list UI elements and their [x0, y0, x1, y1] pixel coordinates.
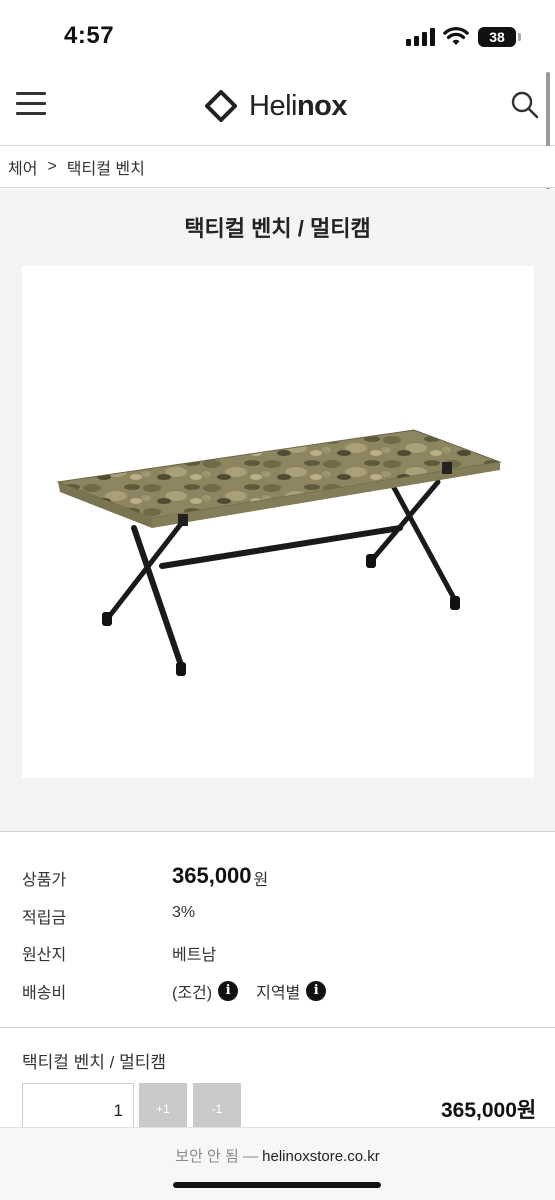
breadcrumb-item-tactical-bench[interactable]: 택티컬 벤치 — [67, 155, 145, 179]
bench-illustration — [56, 429, 502, 676]
info-label-shipping: 배송비 — [22, 985, 67, 1002]
info-row-shipping: 배송비 (조건) i 지역별 i — [0, 973, 555, 1003]
info-label-price: 상품가 — [22, 872, 67, 889]
price-unit: 원 — [253, 872, 269, 889]
helinox-diamond-logo-icon — [205, 90, 237, 122]
region-info-icon[interactable]: i — [306, 981, 327, 1001]
order-item-name: 택티컬 벤치 / 멀티캠 — [22, 1053, 167, 1072]
url-domain: helinoxstore.co.kr — [262, 1148, 380, 1165]
status-bar: 4:57 38 — [0, 0, 555, 72]
breadcrumb-item-chair[interactable]: 체어 — [8, 155, 37, 179]
info-value-shipping: (조건) i 지역별 i — [172, 979, 327, 1003]
wifi-icon — [443, 27, 469, 45]
site-header: Helinox — [0, 72, 555, 146]
product-info: 상품가 365,000 원 적립금 3% 원산지 베트남 배송비 (조건) i … — [0, 832, 555, 1027]
order-total-price: 365,000원 — [441, 1099, 537, 1122]
status-time: 4:57 — [64, 22, 115, 49]
shipping-condition: (조건) — [172, 985, 213, 1002]
order-section: 택티컬 벤치 / 멀티캠 +1 -1 365,000원 — [0, 1028, 555, 1137]
info-value-points: 3% — [172, 904, 196, 921]
logo-text: Helinox — [249, 89, 348, 123]
info-label-points: 적립금 — [22, 910, 67, 927]
battery-level: 38 — [489, 29, 505, 45]
logo-text-light: Heli — [249, 89, 297, 122]
info-value-origin: 베트남 — [172, 947, 217, 964]
product-section: 택티컬 벤치 / 멀티캠 — [0, 189, 555, 831]
info-row-price: 상품가 365,000 원 — [0, 860, 555, 890]
security-warning: 보안 안 됨 — — [175, 1148, 258, 1165]
product-image[interactable] — [22, 266, 534, 778]
battery-nub — [518, 33, 521, 41]
quantity-minus-button[interactable]: -1 — [193, 1083, 241, 1127]
info-value-price: 365,000 원 — [172, 863, 269, 890]
browser-url[interactable]: 보안 안 됨 — helinoxstore.co.kr — [0, 1145, 555, 1166]
browser-address-bar[interactable]: 보안 안 됨 — helinoxstore.co.kr — [0, 1127, 555, 1200]
shipping-info-icon[interactable]: i — [218, 981, 239, 1001]
product-title: 택티컬 벤치 / 멀티캠 — [184, 216, 371, 241]
quantity-plus-button[interactable]: +1 — [139, 1083, 187, 1127]
signal-icon — [406, 28, 436, 46]
logo-text-bold: nox — [296, 89, 348, 122]
breadcrumb: 체어 > 택티컬 벤치 — [0, 146, 555, 188]
helinox-logo[interactable]: Helinox — [205, 88, 348, 124]
shipping-region: 지역별 — [256, 985, 301, 1002]
info-label-origin: 원산지 — [22, 947, 67, 964]
home-indicator[interactable] — [173, 1182, 381, 1188]
info-row-points: 적립금 3% — [0, 898, 555, 928]
info-row-origin: 원산지 베트남 — [0, 935, 555, 965]
breadcrumb-separator: > — [47, 157, 57, 175]
hamburger-menu-icon[interactable] — [16, 92, 46, 116]
search-icon[interactable] — [510, 90, 540, 120]
battery-icon: 38 — [478, 27, 516, 47]
price-amount: 365,000 — [172, 863, 252, 888]
